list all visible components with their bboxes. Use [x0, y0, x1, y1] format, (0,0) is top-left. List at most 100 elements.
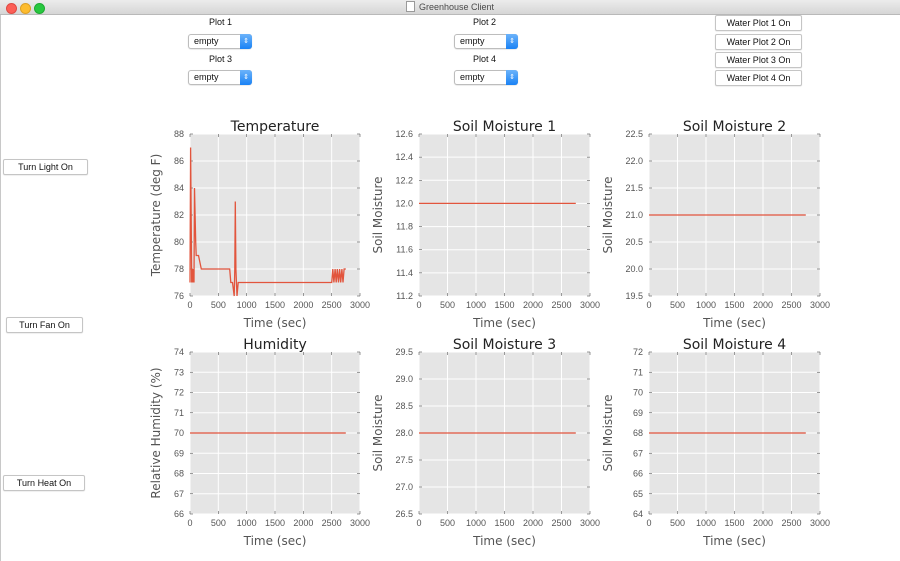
x-tick-label: 1000	[466, 300, 486, 310]
y-tick-label: 82	[174, 210, 184, 220]
x-tick-label: 3000	[580, 518, 600, 528]
y-tick-label: 12.2	[395, 175, 413, 185]
y-tick-label: 66	[174, 509, 184, 519]
chart-title: Soil Moisture 1	[453, 119, 556, 135]
y-tick-label: 67	[633, 448, 643, 458]
y-tick-label: 28.0	[395, 428, 413, 438]
y-tick-label: 88	[174, 129, 184, 139]
y-tick-label: 11.2	[396, 291, 413, 301]
y-tick-label: 12.4	[395, 152, 413, 162]
x-tick-label: 3000	[350, 518, 370, 528]
y-tick-label: 20.0	[625, 264, 643, 274]
y-tick-label: 21.5	[625, 183, 643, 193]
y-tick-label: 11.8	[396, 222, 413, 232]
y-tick-label: 74	[174, 347, 184, 357]
y-tick-label: 26.5	[395, 509, 413, 519]
y-tick-label: 65	[633, 489, 643, 499]
y-tick-label: 12.6	[395, 129, 413, 139]
x-tick-label: 2500	[322, 300, 342, 310]
y-tick-label: 72	[174, 388, 184, 398]
y-axis-label: Relative Humidity (%)	[149, 367, 163, 498]
x-tick-label: 1500	[265, 518, 285, 528]
x-tick-label: 0	[416, 518, 421, 528]
y-tick-label: 68	[633, 428, 643, 438]
chart-3: 0 500 1000 1500 2000 2500 3000 19.5 20.0 20.5 21.0…	[601, 119, 830, 330]
chart-4: 0 500 1000 1500 2000 2500 3000 66 67 68 69 70 71 72 73…	[149, 337, 370, 548]
y-tick-label: 29.0	[395, 374, 413, 384]
x-tick-label: 500	[440, 300, 455, 310]
x-tick-label: 500	[670, 300, 685, 310]
y-tick-label: 22.0	[625, 156, 643, 166]
chart-title: Humidity	[243, 337, 306, 353]
y-tick-label: 22.5	[625, 129, 643, 139]
y-axis-label: Soil Moisture	[371, 176, 385, 253]
chart-5: 0 500 1000 1500 2000 2500 3000 26.5 27.0 27.5 28.0…	[371, 337, 600, 548]
y-tick-label: 69	[174, 448, 184, 458]
x-tick-label: 0	[187, 300, 192, 310]
y-tick-label: 80	[174, 237, 184, 247]
chart-title: Soil Moisture 4	[683, 337, 786, 353]
y-tick-label: 73	[174, 367, 184, 377]
y-tick-label: 84	[174, 183, 184, 193]
x-tick-label: 1500	[494, 300, 514, 310]
x-tick-label: 500	[211, 300, 226, 310]
y-tick-label: 67	[174, 489, 184, 499]
x-tick-label: 1500	[724, 300, 744, 310]
y-tick-label: 86	[174, 156, 184, 166]
x-tick-label: 1000	[237, 300, 257, 310]
charts-canvas: 0 500 1000 1500 2000 2500 3000 76 78 80 82 84 86 88 Te…	[149, 119, 830, 548]
x-tick-label: 1000	[237, 518, 257, 528]
y-tick-label: 78	[174, 264, 184, 274]
x-tick-label: 2000	[753, 518, 773, 528]
x-tick-label: 500	[440, 518, 455, 528]
chart-title: Soil Moisture 2	[683, 119, 786, 135]
chart-1: 0 500 1000 1500 2000 2500 3000 76 78 80 82 84 86 88 Te…	[149, 119, 370, 330]
x-tick-label: 2000	[293, 300, 313, 310]
y-tick-label: 11.6	[396, 245, 413, 255]
y-tick-label: 29.5	[395, 347, 413, 357]
y-tick-label: 11.4	[396, 268, 413, 278]
y-tick-label: 28.5	[395, 401, 413, 411]
x-tick-label: 2500	[781, 300, 801, 310]
y-tick-label: 76	[174, 291, 184, 301]
x-tick-label: 2500	[781, 518, 801, 528]
x-axis-label: Time (sec)	[702, 316, 766, 330]
x-axis-label: Time (sec)	[702, 534, 766, 548]
y-axis-label: Temperature (deg F)	[149, 154, 163, 278]
y-tick-label: 70	[633, 388, 643, 398]
x-tick-label: 0	[646, 518, 651, 528]
x-tick-label: 2500	[551, 300, 571, 310]
y-tick-label: 69	[633, 408, 643, 418]
x-tick-label: 3000	[580, 300, 600, 310]
x-tick-label: 2000	[523, 300, 543, 310]
y-tick-label: 72	[633, 347, 643, 357]
y-tick-label: 27.0	[395, 482, 413, 492]
y-tick-label: 19.5	[625, 291, 643, 301]
y-axis-label: Soil Moisture	[371, 394, 385, 471]
x-tick-label: 0	[187, 518, 192, 528]
x-tick-label: 1000	[466, 518, 486, 528]
chart-title: Temperature	[230, 119, 320, 135]
y-tick-label: 66	[633, 469, 643, 479]
y-tick-label: 68	[174, 469, 184, 479]
x-tick-label: 2000	[523, 518, 543, 528]
x-tick-label: 0	[416, 300, 421, 310]
y-tick-label: 70	[174, 428, 184, 438]
x-tick-label: 1500	[265, 300, 285, 310]
y-axis-label: Soil Moisture	[601, 176, 615, 253]
chart-2: 0 500 1000 1500 2000 2500 3000 11.2 11.4 11.6 11.8…	[371, 119, 600, 330]
chart-6: 0 500 1000 1500 2000 2500 3000 64 65 66 67 68 69 70 71…	[601, 337, 830, 548]
x-tick-label: 1500	[494, 518, 514, 528]
y-tick-label: 27.5	[395, 455, 413, 465]
x-tick-label: 1000	[696, 518, 716, 528]
x-tick-label: 1500	[724, 518, 744, 528]
chart-title: Soil Moisture 3	[453, 337, 556, 353]
x-tick-label: 2500	[551, 518, 571, 528]
y-tick-label: 20.5	[625, 237, 643, 247]
x-axis-label: Time (sec)	[472, 534, 536, 548]
x-tick-label: 3000	[350, 300, 370, 310]
x-tick-label: 500	[670, 518, 685, 528]
y-tick-label: 64	[633, 509, 643, 519]
x-tick-label: 2000	[293, 518, 313, 528]
x-tick-label: 500	[211, 518, 226, 528]
